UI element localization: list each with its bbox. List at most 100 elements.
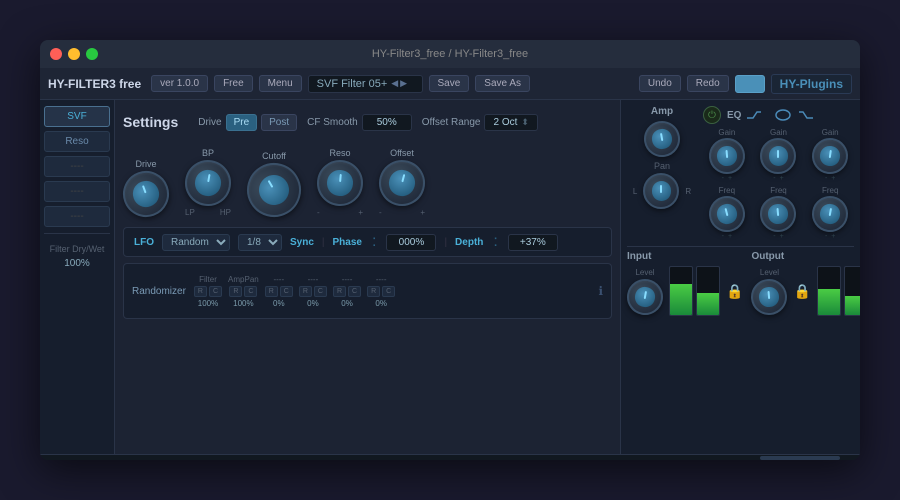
- eq-freq-2-knob[interactable]: [759, 194, 798, 233]
- rand-val-5: 0%: [375, 299, 387, 308]
- pan-section: Pan L R: [633, 161, 691, 209]
- pan-knob[interactable]: [643, 173, 679, 209]
- lp-hp-labels: LP HP: [185, 208, 231, 217]
- output-content: Level 🔒: [751, 266, 860, 316]
- amp-section: Amp Pan L R: [627, 106, 697, 240]
- rand-rc-row-2: R C: [265, 286, 293, 297]
- rand-val-0: 100%: [198, 299, 218, 308]
- sidebar-item-svf[interactable]: SVF: [44, 106, 110, 127]
- rand-r-3[interactable]: R: [299, 286, 312, 297]
- sidebar-item-reso[interactable]: Reso: [44, 131, 110, 152]
- depth-value[interactable]: +37%: [508, 234, 558, 251]
- color-swatch[interactable]: [735, 75, 765, 93]
- output-meter-l: [817, 266, 841, 316]
- cf-smooth-value[interactable]: 50%: [362, 114, 412, 131]
- phase-value[interactable]: 000%: [386, 234, 436, 251]
- lfo-rate-select[interactable]: 1/8: [238, 234, 282, 251]
- cutoff-knob[interactable]: [237, 153, 311, 227]
- sidebar-item-5[interactable]: ----: [44, 206, 110, 227]
- next-preset-icon[interactable]: ▶: [400, 78, 407, 89]
- output-lock-icon[interactable]: 🔒: [793, 283, 810, 300]
- rand-r-5[interactable]: R: [367, 286, 380, 297]
- depth-label: Depth: [455, 237, 483, 248]
- rand-col-label-3: ----: [308, 275, 319, 284]
- eq-freq-1-knob[interactable]: [705, 192, 749, 236]
- bp-knob[interactable]: [181, 156, 234, 209]
- knobs-row: Drive BP LP HP: [123, 144, 612, 221]
- rand-val-1: 100%: [233, 299, 253, 308]
- eq-freq-3-group: Freq - +: [806, 186, 854, 240]
- menu-button[interactable]: Menu: [259, 75, 302, 92]
- save-as-button[interactable]: Save As: [475, 75, 530, 92]
- eq-gain-2-group: Gain - +: [755, 128, 803, 182]
- rand-c-1[interactable]: C: [244, 286, 257, 297]
- eq-section: ⏻ EQ: [703, 106, 854, 240]
- eq-gain-2-knob[interactable]: [760, 138, 796, 174]
- reso-knob[interactable]: [315, 158, 365, 208]
- rand-c-3[interactable]: C: [314, 286, 327, 297]
- amp-title: Amp: [651, 106, 673, 117]
- pan-l-label: L: [633, 187, 637, 196]
- reso-range-labels: - +: [317, 208, 363, 217]
- eq-shapes: [747, 108, 819, 122]
- preset-selector[interactable]: SVF Filter 05+ ◀ ▶: [308, 75, 423, 93]
- eq-freq-3-knob[interactable]: [809, 193, 851, 235]
- rand-r-2[interactable]: R: [265, 286, 278, 297]
- rand-r-1[interactable]: R: [229, 286, 242, 297]
- eq-power-button[interactable]: ⏻: [703, 106, 721, 124]
- maximize-button[interactable]: [86, 48, 98, 60]
- rand-r-0[interactable]: R: [194, 286, 207, 297]
- rand-col-3: ---- R C 0%: [299, 275, 327, 308]
- pre-button[interactable]: Pre: [226, 114, 258, 131]
- eq-bell-icon[interactable]: [773, 108, 793, 122]
- lfo-type-select[interactable]: Random: [162, 234, 230, 251]
- rand-c-0[interactable]: C: [209, 286, 222, 297]
- preset-arrows[interactable]: ◀ ▶: [391, 78, 407, 89]
- eq-gain-2-label: Gain: [770, 128, 787, 137]
- info-icon[interactable]: ℹ: [598, 284, 603, 298]
- reso-knob-group: Reso - +: [317, 148, 363, 217]
- offset-knob[interactable]: [374, 155, 430, 211]
- close-button[interactable]: [50, 48, 62, 60]
- eq-gain-1-knob[interactable]: [707, 136, 746, 175]
- save-button[interactable]: Save: [429, 75, 470, 92]
- rand-rc-row-3: R C: [299, 286, 327, 297]
- rand-c-4[interactable]: C: [348, 286, 361, 297]
- rand-c-5[interactable]: C: [382, 286, 395, 297]
- cf-smooth-group: CF Smooth 50%: [307, 114, 412, 131]
- rand-r-4[interactable]: R: [333, 286, 346, 297]
- version-button[interactable]: ver 1.0.0: [151, 75, 208, 92]
- drive-knob[interactable]: [117, 165, 176, 224]
- amp-knob[interactable]: [641, 118, 683, 160]
- offset-range-select[interactable]: 2 Oct ⬍: [484, 114, 537, 131]
- scrollbar[interactable]: [40, 454, 860, 460]
- minimize-button[interactable]: [68, 48, 80, 60]
- sidebar-item-3[interactable]: ----: [44, 156, 110, 177]
- offset-range-labels: - +: [379, 208, 425, 217]
- output-level-knob[interactable]: [750, 277, 789, 316]
- prev-preset-icon[interactable]: ◀: [391, 78, 398, 89]
- settings-title: Settings: [123, 114, 178, 130]
- rand-val-4: 0%: [341, 299, 353, 308]
- scroll-thumb[interactable]: [760, 456, 840, 460]
- sidebar-item-4[interactable]: ----: [44, 181, 110, 202]
- eq-gain-3-knob[interactable]: [810, 136, 851, 177]
- rand-c-2[interactable]: C: [280, 286, 293, 297]
- output-meters: [817, 266, 860, 316]
- reso-plus-label: +: [358, 208, 363, 217]
- sync-label: Sync: [290, 237, 314, 248]
- cutoff-knob-label: Cutoff: [262, 151, 286, 161]
- eq-gain-1-group: Gain - +: [703, 128, 751, 182]
- offset-knob-group: Offset - +: [379, 148, 425, 217]
- randomizer-columns: Filter R C 100% AmpPan R C 100%: [194, 275, 599, 308]
- eq-high-shelf-icon[interactable]: [799, 108, 819, 122]
- input-level-knob[interactable]: [624, 276, 666, 318]
- redo-button[interactable]: Redo: [687, 75, 729, 92]
- eq-low-shelf-icon[interactable]: [747, 108, 767, 122]
- undo-button[interactable]: Undo: [639, 75, 681, 92]
- window-title: HY-Filter3_free / HY-Filter3_free: [372, 48, 528, 60]
- post-button[interactable]: Post: [261, 114, 297, 131]
- eq-freq-1-group: Freq - +: [703, 186, 751, 240]
- input-lock-icon[interactable]: 🔒: [726, 283, 743, 300]
- free-button[interactable]: Free: [214, 75, 253, 92]
